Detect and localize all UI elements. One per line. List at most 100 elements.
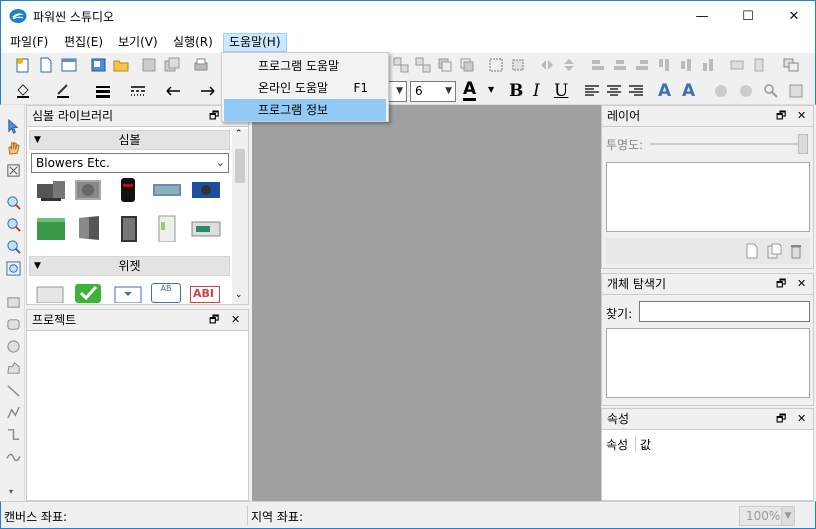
scroll-down-icon[interactable]: ⌄ [235,290,243,300]
equipment-symbol-2[interactable] [73,214,105,242]
copy-layer-icon[interactable] [766,243,782,259]
font-size-combo[interactable]: 6 ▼ [410,81,456,102]
equipment-symbol-3[interactable] [113,214,145,242]
save-all-icon[interactable] [164,57,180,73]
bring-front-icon[interactable] [437,57,453,73]
zoom-actual-icon[interactable] [6,239,21,254]
blower-symbol-5[interactable] [190,176,222,204]
group-icon[interactable] [393,57,409,73]
window-arrange-icon[interactable] [783,57,799,73]
equipment-symbol-5[interactable] [190,214,222,242]
ellipse-tool-icon[interactable] [6,339,21,354]
maximize-button[interactable]: ☐ [725,1,771,31]
align-center-icon[interactable] [612,57,628,73]
blower-symbol-2[interactable] [73,176,105,204]
rectangle-tool-icon[interactable] [6,295,21,310]
object-tree[interactable] [606,328,810,398]
zoom-fit-icon[interactable] [6,163,21,178]
flip-vertical-icon[interactable] [561,57,577,73]
transparency-slider[interactable] [650,143,800,145]
pin-icon[interactable]: 🗗 [776,106,786,126]
settings-icon[interactable] [788,83,804,99]
open-project-icon[interactable] [91,57,107,73]
property-column-header[interactable]: 속성 [606,436,628,453]
menu-help[interactable]: 도움말(H) [223,33,287,52]
zoom-dropdown-button[interactable]: ▼ [781,506,795,526]
menu-file[interactable]: 파일(F) [5,33,53,52]
text-align-left-icon[interactable] [584,83,600,99]
equipment-symbol-4[interactable] [151,214,183,242]
new-file-icon[interactable] [38,57,54,73]
line-width-icon[interactable] [95,83,111,99]
menu-item-program-help[interactable]: 프로그램 도움말 [224,55,386,77]
flip-horizontal-icon[interactable] [539,57,555,73]
redo-icon[interactable] [738,83,754,99]
blower-symbol-4[interactable] [151,176,183,204]
align-bottom-icon[interactable] [700,57,716,73]
line-style-icon[interactable] [130,83,146,99]
new-project-icon[interactable] [15,57,31,73]
find-replace-icon[interactable] [763,83,779,99]
symbol-category-select[interactable]: Blowers Etc. ⌄ [31,153,229,173]
menu-item-program-info[interactable]: 프로그램 정보 [224,99,386,121]
curve-tool-icon[interactable] [6,449,21,464]
more-tools-icon[interactable]: ▾ [9,487,13,496]
select-region-icon[interactable] [488,57,504,73]
drawing-canvas[interactable] [252,105,601,502]
pin-icon[interactable]: 🗗 [776,274,786,294]
text-align-center-icon[interactable] [606,83,622,99]
line-color-icon[interactable] [55,82,71,98]
close-icon[interactable]: ✕ [797,274,806,294]
widget-checkbox[interactable] [73,283,105,303]
ungroup-icon[interactable] [415,57,431,73]
text-grow-icon[interactable]: A [658,81,671,101]
chevron-down-icon[interactable]: ▼ [488,85,494,94]
widget-textbox[interactable]: ABI [190,286,220,303]
zoom-out-icon[interactable] [6,217,21,232]
layer-list[interactable] [606,162,810,232]
fill-bucket-icon[interactable] [15,82,31,98]
minimize-button[interactable]: — [679,1,725,31]
widget-label[interactable]: AB [151,283,181,303]
polygon-tool-icon[interactable] [6,361,21,376]
text-shrink-icon[interactable]: A [682,81,695,101]
scrollbar-thumb[interactable] [235,149,245,183]
pin-icon[interactable]: 🗗 [776,409,786,429]
hand-pan-icon[interactable] [6,141,21,156]
bold-button[interactable]: B [509,81,523,101]
open-folder-icon[interactable] [113,57,129,73]
widget-section-header[interactable]: ▼ 위젯 [29,256,230,276]
text-color-button[interactable]: A [463,81,477,101]
arrow-end-icon[interactable] [200,83,216,99]
scroll-up-icon[interactable]: ⌃ [235,129,243,139]
zoom-in-icon[interactable] [6,195,21,210]
blower-symbol-1[interactable] [35,176,67,204]
widget-dropdown[interactable] [113,283,145,303]
symbol-section-header[interactable]: ▼ 심볼 [29,130,230,150]
send-back-icon[interactable] [459,57,475,73]
italic-button[interactable]: I [533,81,540,101]
same-height-icon[interactable] [751,57,767,73]
underline-button[interactable]: U [554,81,568,101]
rounded-rect-tool-icon[interactable] [6,317,21,332]
close-icon[interactable]: ✕ [797,409,806,429]
print-icon[interactable] [193,57,209,73]
text-align-right-icon[interactable] [628,83,644,99]
align-right-icon[interactable] [634,57,650,73]
menu-view[interactable]: 보기(V) [113,33,163,52]
align-top-icon[interactable] [656,57,672,73]
delete-layer-icon[interactable] [788,243,804,259]
pin-icon[interactable]: 🗗 [209,106,219,126]
menu-edit[interactable]: 편집(E) [59,33,108,52]
same-width-icon[interactable] [729,57,745,73]
new-layer-icon[interactable] [744,243,760,259]
close-icon[interactable]: ✕ [797,106,806,126]
new-window-icon[interactable] [61,57,77,73]
line-tool-icon[interactable] [6,383,21,398]
undo-icon[interactable] [713,83,729,99]
save-icon[interactable] [141,57,157,73]
close-button[interactable]: ✕ [771,1,816,31]
polyline-tool-icon[interactable] [6,405,21,420]
transform-icon[interactable] [510,57,526,73]
menu-item-online-help[interactable]: 온라인 도움말 F1 [224,77,386,99]
